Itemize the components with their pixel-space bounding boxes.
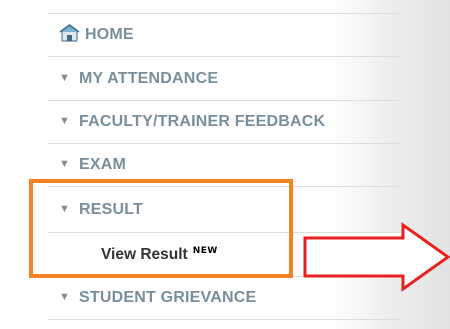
menu-item-exam[interactable]: ▼ EXAM <box>48 144 400 187</box>
triangle-down-icon: ▼ <box>59 115 71 127</box>
menu-item-home-label: HOME <box>85 26 134 43</box>
menu-item-home[interactable]: HOME <box>48 14 400 57</box>
submenu-label: View Result <box>101 245 188 263</box>
menu-item-label: RESULT <box>79 201 144 218</box>
menu-item-label: STUDENT GRIEVANCE <box>79 289 257 306</box>
menu-item-my-attendance[interactable]: ▼ MY ATTENDANCE <box>48 58 400 101</box>
menu-item-label: FACULTY/TRAINER FEEDBACK <box>79 113 326 130</box>
menu-item-faculty-feedback[interactable]: ▼ FACULTY/TRAINER FEEDBACK <box>48 101 400 144</box>
menu-top-divider <box>48 0 400 14</box>
menu-item-label: MY ATTENDANCE <box>79 70 219 87</box>
triangle-down-icon: ▼ <box>59 158 71 170</box>
menu-item-label: EXAM <box>79 156 127 173</box>
triangle-down-icon: ▼ <box>59 291 71 303</box>
triangle-down-icon: ▼ <box>59 203 71 215</box>
red-arrow-icon <box>303 222 450 292</box>
home-icon <box>59 24 81 42</box>
new-badge: NEW <box>192 245 218 256</box>
triangle-down-icon: ▼ <box>59 72 71 84</box>
